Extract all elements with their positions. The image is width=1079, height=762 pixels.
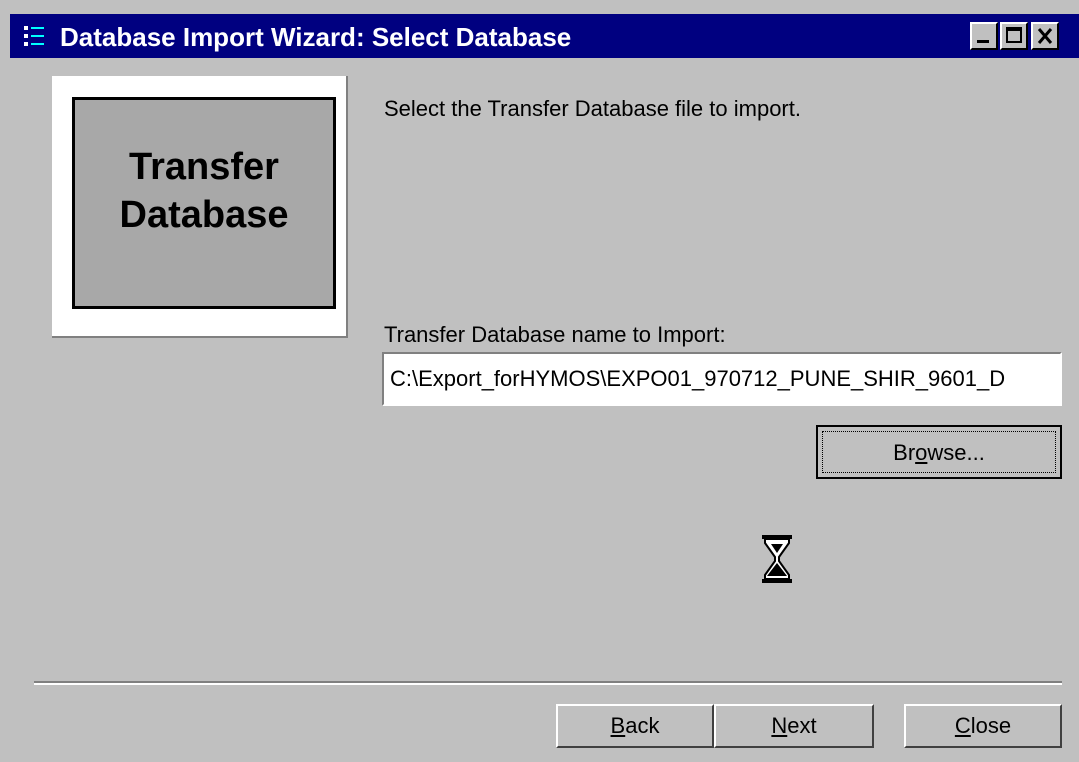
wizard-window: Database Import Wizard: Select Database … bbox=[0, 0, 1079, 762]
hourglass-icon bbox=[762, 535, 792, 583]
next-button[interactable]: Next bbox=[714, 704, 874, 748]
window-title: Database Import Wizard: Select Database bbox=[60, 22, 572, 52]
close-window-button[interactable] bbox=[1031, 22, 1059, 50]
browse-button[interactable]: Browse... bbox=[816, 425, 1062, 479]
maximize-button[interactable] bbox=[1000, 22, 1028, 50]
wizard-app-icon[interactable] bbox=[22, 24, 46, 48]
minimize-icon bbox=[977, 40, 989, 43]
logo-line-1: Transfer bbox=[129, 146, 279, 188]
instruction-text: Select the Transfer Database file to imp… bbox=[384, 96, 801, 121]
browse-focus-rect: Browse... bbox=[822, 431, 1056, 473]
wizard-logo-text: Transfer Database bbox=[72, 143, 336, 239]
logo-line-2: Database bbox=[119, 194, 289, 236]
close-icon bbox=[1037, 28, 1053, 44]
title-bar[interactable]: Database Import Wizard: Select Database bbox=[10, 14, 1079, 58]
database-path-input[interactable] bbox=[382, 352, 1062, 406]
maximize-icon bbox=[1006, 27, 1022, 43]
back-button[interactable]: Back bbox=[556, 704, 714, 748]
database-name-label: Transfer Database name to Import: bbox=[384, 322, 726, 347]
close-button[interactable]: Close bbox=[904, 704, 1062, 748]
minimize-button[interactable] bbox=[970, 22, 998, 50]
button-separator bbox=[34, 681, 1062, 685]
